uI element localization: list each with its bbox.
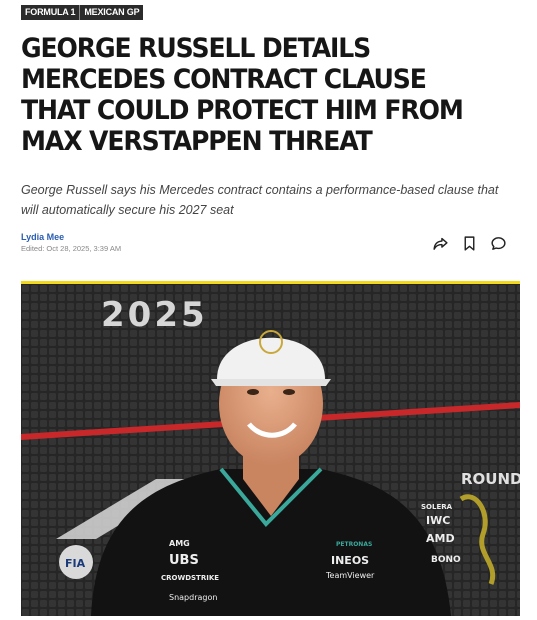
sponsor-petronas: PETRONAS bbox=[336, 541, 372, 548]
article-standfirst: George Russell says his Mercedes contrac… bbox=[21, 183, 499, 217]
author-link[interactable]: Lydia Mee bbox=[21, 232, 121, 242]
category-tags: FORMULA 1 MEXICAN GP bbox=[21, 5, 144, 20]
sponsor-solera: SOLERA bbox=[421, 503, 453, 511]
comment-icon[interactable] bbox=[490, 235, 507, 252]
sponsor-crowdstrike: CROWDSTRIKE bbox=[161, 574, 219, 582]
article-headline: GEORGE RUSSELL DETAILS MERCEDES CONTRACT… bbox=[21, 33, 464, 157]
tag-mexican-gp[interactable]: MEXICAN GP bbox=[79, 5, 143, 20]
tag-formula-1[interactable]: FORMULA 1 bbox=[21, 5, 79, 20]
byline: Lydia Mee Edited: Oct 28, 2025, 3:39 AM bbox=[21, 232, 121, 253]
sponsor-amd: AMD bbox=[426, 532, 455, 545]
bookmark-icon[interactable] bbox=[461, 235, 478, 252]
backdrop-year: 2025 bbox=[101, 295, 208, 335]
sponsor-bono: BONO bbox=[431, 555, 461, 565]
share-icon[interactable] bbox=[432, 235, 449, 252]
sponsor-ineos: INEOS bbox=[331, 554, 369, 567]
sponsor-ubs: UBS bbox=[169, 553, 199, 568]
edited-timestamp: Edited: Oct 28, 2025, 3:39 AM bbox=[21, 244, 122, 253]
sponsor-amg: AMG bbox=[169, 539, 190, 548]
round-text: ROUND bbox=[461, 470, 520, 488]
fia-text: FIA bbox=[65, 557, 86, 570]
article-page: FORMULA 1 MEXICAN GP GEORGE RUSSELL DETA… bbox=[0, 0, 537, 620]
sponsor-snapdragon: Snapdragon bbox=[169, 593, 217, 602]
sponsor-teamviewer: TeamViewer bbox=[325, 571, 375, 580]
hero-photo-illustration: 2025 FIA ROUND AMG UBS CROWDSTRIKE Snapd… bbox=[21, 284, 520, 616]
article-actions bbox=[432, 235, 507, 252]
article-hero-photo[interactable]: 2025 FIA ROUND AMG UBS CROWDSTRIKE Snapd… bbox=[21, 281, 520, 616]
sponsor-iwc: IWC bbox=[426, 514, 450, 527]
